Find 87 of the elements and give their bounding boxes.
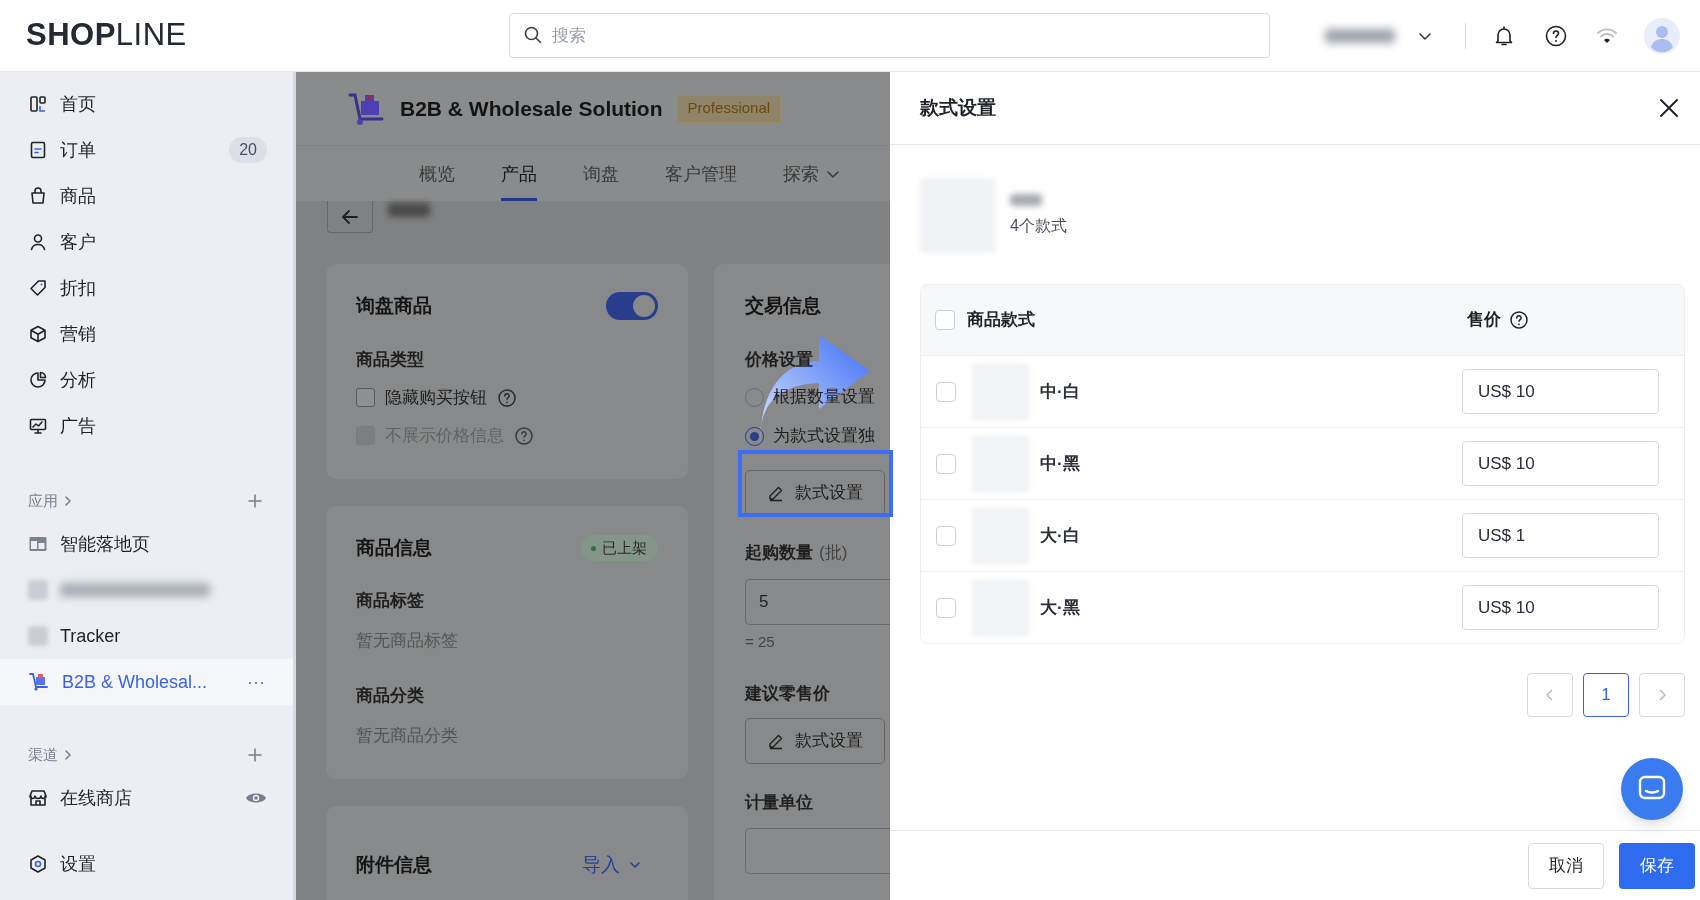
count-badge: 20 [229,137,267,163]
sidebar-item[interactable]: Tracker [0,613,293,659]
save-button[interactable]: 保存 [1619,842,1695,889]
field-label: 商品类型 [356,349,425,371]
chevron-right-icon [62,495,74,507]
edit-button[interactable]: 款式设置 [745,718,885,764]
total-text: = 25 [745,632,776,652]
plus-icon[interactable] [247,493,263,509]
pencil-icon [767,732,785,750]
sidebar-item[interactable]: 智能落地页 [0,521,293,567]
settings-icon [28,854,48,874]
bag-icon [28,186,48,206]
window-icon [28,534,48,554]
cart-icon [28,671,50,693]
table-cell-text: 中·白 [1040,380,1081,403]
price-field[interactable]: US$ 10 [1462,585,1659,630]
price-field[interactable]: US$ 1 [1462,513,1659,558]
column-header: 商品款式 [967,309,1036,332]
radio-label: 为款式设置独 [773,425,875,448]
sidebar-item[interactable]: 分析 [0,357,293,403]
variant-count: 4个款式 [1010,215,1067,236]
plan-badge: Professional [676,94,782,123]
field-label: 商品标签 [356,590,425,612]
pie-chart-icon [28,370,48,390]
help-icon [1509,310,1529,330]
sidebar-item[interactable]: 订单 20 [0,127,293,173]
help-icon [497,387,517,408]
column-header: 售价 [1467,309,1501,332]
app-title: B2B & Wholesale Solution [400,95,663,122]
monitor-icon [28,416,48,436]
back-button[interactable] [327,201,373,233]
table-cell-text: 大·黑 [1040,596,1081,619]
tab[interactable]: 产品 [501,150,537,201]
status-badge: 已上架 [580,535,658,561]
more-button[interactable]: ⋯ [247,668,267,696]
person-icon [28,232,48,252]
prev-page-button[interactable] [1527,673,1573,717]
card-title: 附件信息 [356,852,432,877]
search-icon [523,25,543,45]
sidebar-item[interactable]: 首页 [0,81,293,127]
sidebar-item[interactable]: 设置 [0,841,293,887]
logo: SHOPLINE [26,16,188,55]
checkbox[interactable] [356,388,375,407]
price-field[interactable]: US$ 10 [1462,441,1659,486]
dashboard-icon [28,94,48,114]
sidebar-item[interactable]: 客户 [0,219,293,265]
card-title: 商品信息 [356,535,432,560]
close-icon[interactable] [1658,97,1680,119]
chevron-right-icon [62,749,74,761]
field-label: 计量单位 [745,792,814,814]
card-title: 询盘商品 [356,293,432,318]
card-title: 交易信息 [745,293,822,318]
price-field[interactable]: US$ 10 [1462,369,1659,414]
document-icon [28,140,48,160]
cube-icon [28,324,48,344]
sidebar-item[interactable]: 在线商店 [0,775,293,821]
avatar-icon[interactable] [1644,17,1680,54]
unit-label: (批) [819,541,848,564]
toggle-switch[interactable] [606,292,658,320]
drawer-title: 款式设置 [920,95,996,120]
help-icon [514,425,534,446]
table-cell-text: 大·白 [1040,524,1081,547]
sidebar-item[interactable]: 商品 [0,173,293,219]
table-cell-text: 中·黑 [1040,452,1081,475]
page-button[interactable]: 1 [1583,673,1629,717]
plus-icon[interactable] [247,747,263,763]
field-label: 商品分类 [356,685,425,707]
redacted-text [1325,28,1395,43]
redacted-text [1010,193,1042,206]
sidebar-item[interactable]: 营销 [0,311,293,357]
field-label: 起购数量 [745,541,813,564]
help-icon[interactable] [1544,23,1568,48]
tag-icon [28,278,48,298]
sidebar-item[interactable]: 广告 [0,403,293,449]
cancel-button[interactable]: 取消 [1528,842,1604,889]
checkbox-label: 隐藏购买按钮 [385,386,487,409]
search-field[interactable]: 搜索 [509,13,1270,58]
app-icon [28,580,48,600]
redacted-text [388,203,430,217]
next-page-button[interactable] [1639,673,1685,717]
chat-button[interactable] [1621,758,1683,820]
storefront-icon [28,788,48,808]
sidebar-item[interactable]: 折扣 [0,265,293,311]
section-link[interactable]: 渠道 [28,743,247,767]
app-icon [28,626,48,646]
sidebar-item[interactable]: B2B & Wholesal... ⋯ [0,659,293,705]
field-label: 建议零售价 [745,682,831,705]
